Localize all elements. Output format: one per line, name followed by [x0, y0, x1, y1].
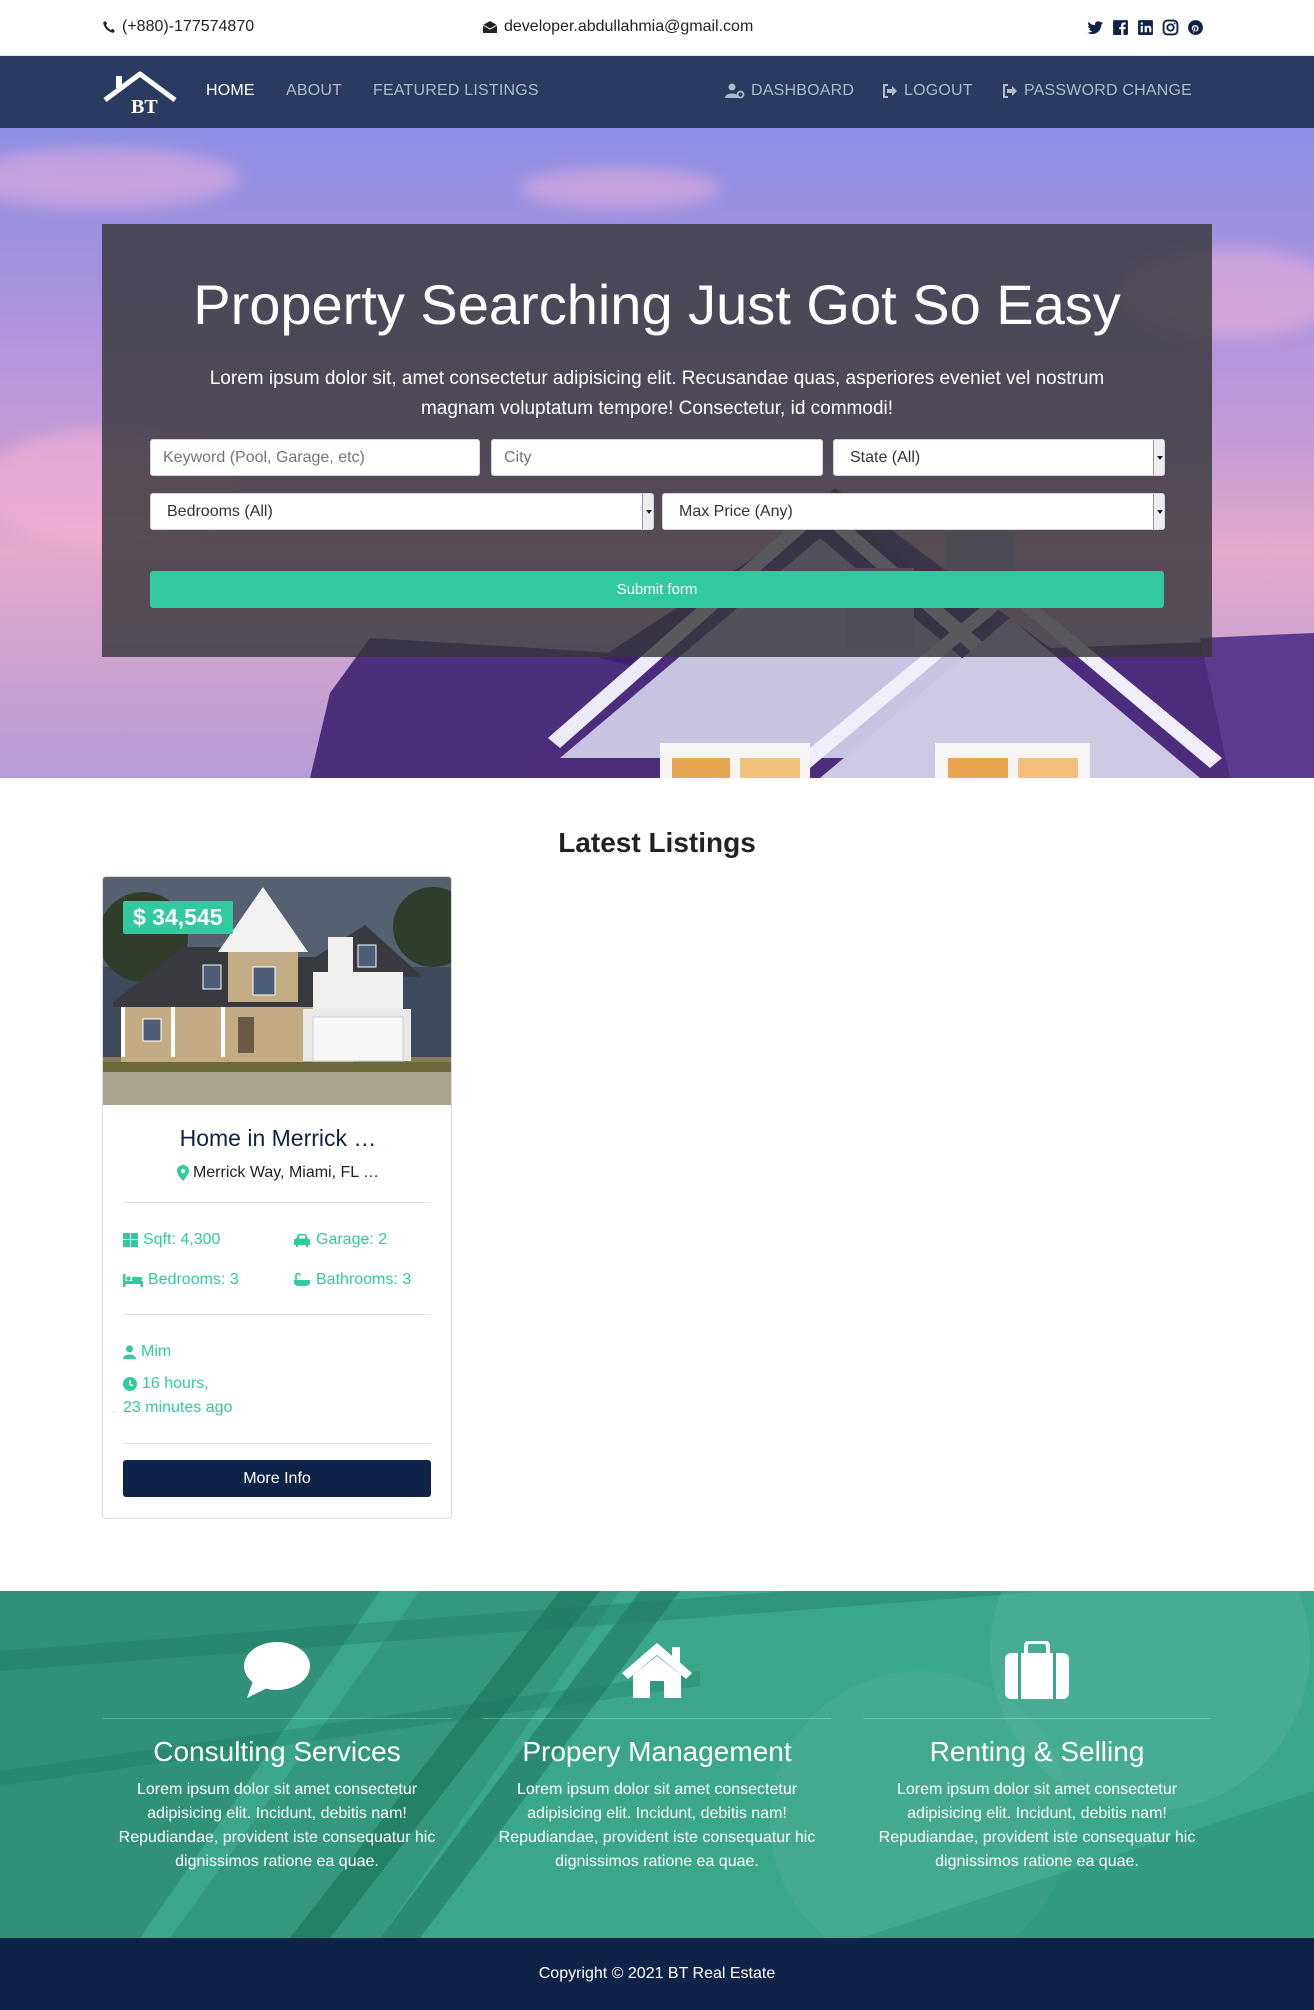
service-title: Propery Management	[522, 1736, 792, 1767]
twitter-icon[interactable]	[1087, 19, 1104, 36]
service-renting-selling: Renting & Selling Lorem ipsum dolor sit …	[863, 1591, 1211, 1938]
top-bar: (+880)-177574870 developer.abdullahmia@g…	[0, 0, 1314, 56]
nav-logout[interactable]: LOGOUT	[882, 82, 973, 100]
footer: Copyright © 2021 BT Real Estate	[0, 1938, 1314, 2010]
bedrooms-select[interactable]: Bedrooms (All)	[150, 493, 654, 530]
phone-icon	[102, 20, 116, 34]
nav-dashboard[interactable]: DASHBOARD	[725, 82, 854, 100]
listing-address-text: Merrick Way, Miami, FL …	[192, 1164, 380, 1181]
chevron-down-icon	[642, 494, 653, 529]
th-large-icon	[123, 1233, 138, 1247]
facebook-icon[interactable]	[1112, 19, 1129, 36]
sign-out-icon	[882, 84, 898, 98]
copyright-text: Copyright © 2021 BT Real Estate	[538, 1965, 776, 1982]
bedrooms-select-value: Bedrooms (All)	[167, 502, 273, 520]
hero-title: Property Searching Just Got So Easy	[193, 273, 1121, 336]
city-input[interactable]	[491, 439, 823, 476]
hero-description: Lorem ipsum dolor sit, amet consectetur …	[209, 368, 1105, 419]
email-text: developer.abdullahmia@gmail.com	[504, 18, 754, 35]
service-consulting: Consulting Services Lorem ipsum dolor si…	[103, 1591, 451, 1938]
home-icon	[483, 1641, 831, 1699]
bedrooms-text: Bedrooms: 3	[148, 1271, 239, 1288]
bathrooms-feature: Bathrooms: 3	[293, 1271, 411, 1289]
user-icon	[123, 1345, 136, 1359]
search-panel: Property Searching Just Got So Easy Lore…	[102, 224, 1212, 657]
user-cog-icon	[725, 83, 745, 99]
services-section: Consulting Services Lorem ipsum dolor si…	[0, 1591, 1314, 1938]
bath-icon	[293, 1273, 311, 1287]
listed-time-continued: 23 minutes ago	[123, 1399, 232, 1417]
divider	[863, 1718, 1211, 1719]
latest-listings-title: Latest Listings	[558, 827, 756, 858]
listing-title[interactable]: Home in Merrick …	[103, 1125, 451, 1152]
service-title: Renting & Selling	[929, 1736, 1145, 1767]
nav-home[interactable]: HOME	[206, 82, 255, 100]
divider	[123, 1443, 431, 1444]
clock-icon	[123, 1377, 137, 1391]
listing-photo[interactable]: $ 34,545	[103, 877, 451, 1105]
realtor-info: Mim	[123, 1343, 171, 1361]
garage-text: Garage: 2	[316, 1231, 388, 1248]
nav-password-change-label: PASSWORD CHANGE	[1024, 82, 1193, 99]
logo-text: BT	[131, 96, 158, 116]
chevron-down-icon	[1153, 440, 1164, 475]
social-links	[1087, 19, 1204, 36]
max-price-select-value: Max Price (Any)	[679, 502, 793, 520]
service-description: Lorem ipsum dolor sit amet consectetur a…	[498, 1781, 816, 1870]
garage-feature: Garage: 2	[293, 1231, 387, 1249]
divider	[123, 1314, 431, 1315]
service-property-management: Propery Management Lorem ipsum dolor sit…	[483, 1591, 831, 1938]
bathrooms-text: Bathrooms: 3	[316, 1271, 412, 1288]
phone-contact: (+880)-177574870	[102, 18, 254, 36]
sqft-feature: Sqft: 4,300	[123, 1231, 220, 1249]
service-title: Consulting Services	[153, 1736, 401, 1767]
phone-text: (+880)-177574870	[122, 18, 255, 35]
brand-logo[interactable]: BT	[103, 70, 178, 116]
divider	[123, 1202, 431, 1203]
bed-icon	[123, 1273, 143, 1287]
realtor-name: Mim	[141, 1343, 172, 1360]
service-description: Lorem ipsum dolor sit amet consectetur a…	[878, 1781, 1196, 1870]
bedrooms-feature: Bedrooms: 3	[123, 1271, 239, 1289]
state-select[interactable]: State (All)	[833, 439, 1165, 476]
keyword-input[interactable]	[150, 439, 480, 476]
nav-featured-listings[interactable]: FEATURED LISTINGS	[373, 82, 539, 100]
price-badge: $ 34,545	[123, 901, 233, 934]
instagram-icon[interactable]	[1162, 19, 1179, 36]
email-contact: developer.abdullahmia@gmail.com	[482, 18, 753, 36]
divider	[483, 1718, 831, 1719]
comment-icon	[103, 1641, 451, 1699]
listed-time-line1: 16 hours,	[142, 1375, 209, 1392]
car-icon	[293, 1233, 311, 1247]
max-price-select[interactable]: Max Price (Any)	[662, 493, 1165, 530]
nav-password-change[interactable]: PASSWORD CHANGE	[1002, 82, 1192, 100]
map-marker-icon	[176, 1165, 189, 1181]
nav-about[interactable]: ABOUT	[286, 82, 342, 100]
sign-out-icon	[1002, 84, 1018, 98]
state-select-value: State (All)	[850, 448, 921, 466]
pinterest-icon[interactable]	[1187, 19, 1204, 36]
nav-logout-label: LOGOUT	[904, 82, 973, 99]
divider	[103, 1718, 451, 1719]
linkedin-icon[interactable]	[1137, 19, 1154, 36]
listed-time: 16 hours,	[123, 1375, 209, 1393]
listing-card: $ 34,545 Home in Merrick … Merrick Way, …	[102, 876, 452, 1519]
envelope-icon	[482, 20, 498, 34]
chevron-down-icon	[1153, 494, 1164, 529]
listing-address: Merrick Way, Miami, FL …	[103, 1164, 451, 1182]
suitcase-icon	[863, 1641, 1211, 1699]
sqft-text: Sqft: 4,300	[143, 1231, 221, 1248]
more-info-button[interactable]: More Info	[123, 1460, 431, 1497]
listed-time-line2: 23 minutes ago	[123, 1399, 233, 1416]
nav-dashboard-label: DASHBOARD	[751, 82, 855, 99]
submit-button[interactable]: Submit form	[150, 571, 1164, 608]
service-description: Lorem ipsum dolor sit amet consectetur a…	[118, 1781, 436, 1870]
